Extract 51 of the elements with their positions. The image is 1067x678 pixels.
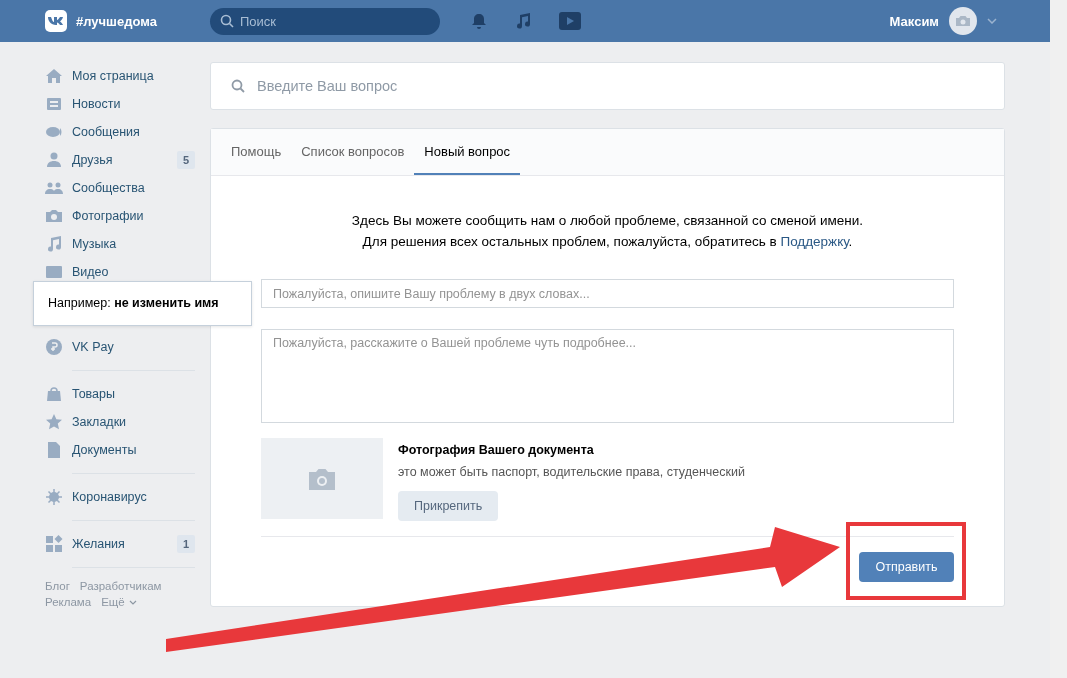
count-badge: 1: [176, 535, 195, 553]
search-field[interactable]: Поиск: [210, 7, 440, 35]
sidebar-item[interactable]: Сообщества: [45, 174, 195, 202]
tiles-icon: [45, 535, 63, 553]
video-play-icon: [558, 11, 582, 31]
tab[interactable]: Список вопросов: [291, 129, 415, 175]
bag-icon: [45, 385, 63, 403]
bell-icon: [470, 12, 488, 30]
document-icon: [45, 441, 63, 459]
sidebar-item[interactable]: Друзья 5: [45, 146, 195, 174]
attach-button[interactable]: Прикрепить: [398, 491, 499, 521]
site-title[interactable]: #лучшедома: [76, 13, 157, 29]
coin-icon: [45, 338, 63, 356]
sidebar-item[interactable]: Желания 1: [45, 530, 195, 558]
attachment-hint: это может быть паспорт, водительские права, студенческий: [398, 465, 745, 479]
details-field[interactable]: Пожалуйста, расскажите о Вашей проблеме чуть подробнее...: [261, 329, 954, 423]
virus-icon: [45, 488, 63, 506]
support-link[interactable]: Поддержку: [780, 234, 849, 249]
caret-icon: [128, 599, 137, 605]
user-name[interactable]: Максим: [889, 13, 939, 29]
sidebar-item[interactable]: Фотографии: [45, 202, 195, 230]
newspaper-icon: [45, 95, 63, 113]
attachment-title: Фотография Вашего документа: [398, 443, 595, 457]
sidebar-item[interactable]: Новости: [45, 90, 195, 118]
person-icon: [45, 151, 63, 169]
music-note-icon: [514, 12, 532, 30]
avatar-camera-icon[interactable]: [949, 7, 977, 35]
tab[interactable]: Помощь: [221, 129, 292, 175]
sidebar-item[interactable]: Закладки: [45, 408, 195, 436]
sidebar-item[interactable]: Сообщения: [45, 118, 195, 146]
intro-text: Здесь Вы можете сообщить нам о любой проблеме, связанной со сменой имени.: [350, 212, 865, 230]
tooltip: Например: не изменить имя: [33, 281, 252, 326]
vk-logo-icon[interactable]: [45, 10, 67, 32]
count-badge: 5: [176, 151, 195, 169]
music-note-icon: [45, 235, 63, 253]
star-icon: [45, 413, 63, 431]
caret-icon: [987, 18, 997, 24]
search-icon: [231, 79, 245, 93]
sidebar-item[interactable]: Музыка: [45, 230, 195, 258]
camera-icon: [45, 207, 63, 225]
sidebar-item[interactable]: VK Pay: [45, 333, 195, 361]
home-icon: [45, 67, 63, 85]
tab[interactable]: Новый вопрос: [414, 129, 521, 175]
sidebar-item[interactable]: Моя страница: [45, 62, 195, 90]
support-text: Для решения всех остальных проблем, пожалуйста, обратитесь в Поддержку.: [361, 233, 854, 251]
sidebar-item[interactable]: Документы: [45, 436, 195, 464]
search-icon: [220, 14, 234, 28]
sidebar-item[interactable]: Товары: [45, 380, 195, 408]
title-field[interactable]: Пожалуйста, опишите Вашу проблему в двух словах...: [261, 279, 954, 308]
submit-button[interactable]: Отправить: [859, 552, 954, 582]
sidebar-item[interactable]: Коронавирус: [45, 483, 195, 511]
